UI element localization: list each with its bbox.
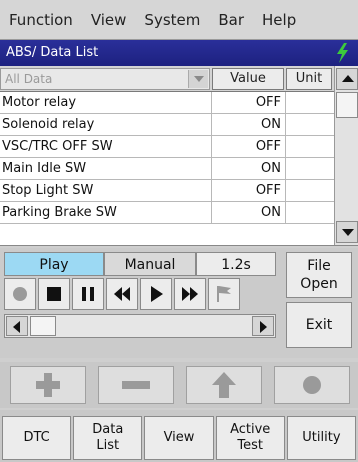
file-open-label: File Open [300, 258, 338, 292]
play-button[interactable] [140, 278, 172, 310]
scroll-right-arrow-icon[interactable] [252, 316, 274, 336]
row-value: OFF [212, 92, 286, 114]
nav-active-test-label: Active Test [230, 422, 271, 453]
row-unit [286, 180, 334, 202]
column-header-unit[interactable]: Unit [286, 68, 332, 90]
nav-active-test[interactable]: Active Test [215, 416, 285, 460]
table-row[interactable]: Parking Brake SW ON [0, 202, 334, 224]
menu-bar-item[interactable]: Bar [209, 0, 253, 40]
remove-button[interactable] [98, 366, 174, 404]
row-name: Main Idle SW [0, 158, 212, 180]
table-row[interactable]: Solenoid relay ON [0, 114, 334, 136]
timeline-thumb[interactable] [30, 316, 56, 336]
stop-button[interactable] [38, 278, 70, 310]
minus-icon [122, 381, 150, 389]
rewind-button[interactable] [106, 278, 138, 310]
row-value: ON [212, 202, 286, 224]
row-name: Motor relay [0, 92, 212, 114]
scroll-left-arrow-icon[interactable] [6, 316, 28, 336]
scrollbar-thumb[interactable] [336, 92, 358, 118]
playback-tabs: Play Manual 1.2s [4, 252, 276, 276]
dot-button[interactable] [274, 366, 350, 404]
row-value: ON [212, 114, 286, 136]
row-name: Stop Light SW [0, 180, 212, 202]
table-row[interactable]: Stop Light SW OFF [0, 180, 334, 202]
row-name: Parking Brake SW [0, 202, 212, 224]
row-name: VSC/TRC OFF SW [0, 136, 212, 158]
table-scrollbar[interactable] [334, 66, 358, 245]
app-window: Function View System Bar Help ABS/ Data … [0, 0, 358, 462]
table-row[interactable]: Motor relay OFF [0, 92, 334, 114]
fast-forward-button[interactable] [174, 278, 206, 310]
record-icon [13, 287, 27, 301]
menu-help[interactable]: Help [253, 0, 305, 40]
flag-icon [217, 286, 231, 302]
menu-system[interactable]: System [135, 0, 209, 40]
data-table: All Data Value Unit Motor relay OFF Sole… [0, 66, 358, 246]
filter-value: All Data [5, 72, 53, 86]
pause-button[interactable] [72, 278, 104, 310]
row-name: Solenoid relay [0, 114, 212, 136]
exit-button[interactable]: Exit [286, 302, 352, 348]
row-unit [286, 114, 334, 136]
playback-panel: Play Manual 1.2s File Open Exit [0, 248, 358, 358]
action-bar [0, 362, 358, 408]
chevron-down-icon[interactable] [188, 70, 208, 88]
row-unit [286, 136, 334, 158]
rewind-icon [114, 287, 130, 301]
row-unit [286, 202, 334, 224]
lightning-bolt-icon [337, 43, 348, 63]
record-button[interactable] [4, 278, 36, 310]
nav-view[interactable]: View [144, 416, 214, 460]
stop-icon [47, 287, 61, 301]
menu-bar: Function View System Bar Help [0, 0, 358, 40]
nav-dtc[interactable]: DTC [2, 416, 72, 460]
file-open-button[interactable]: File Open [286, 252, 352, 298]
nav-utility[interactable]: Utility [286, 416, 357, 460]
row-unit [286, 92, 334, 114]
flag-button[interactable] [208, 278, 240, 310]
timeline-scrollbar[interactable] [4, 314, 276, 338]
menu-view[interactable]: View [82, 0, 136, 40]
table-body: Motor relay OFF Solenoid relay ON VSC/TR… [0, 92, 334, 224]
row-value: ON [212, 158, 286, 180]
fast-forward-icon [182, 287, 198, 301]
add-button[interactable] [10, 366, 86, 404]
play-icon [151, 286, 163, 302]
nav-data-list[interactable]: Data List [73, 416, 143, 460]
plus-icon [36, 373, 60, 397]
menu-function[interactable]: Function [0, 0, 82, 40]
bottom-nav: DTC Data List View Active Test Utility [0, 410, 358, 462]
scroll-up-arrow-icon[interactable] [336, 68, 358, 90]
data-filter-select[interactable]: All Data [0, 68, 210, 90]
playback-speed[interactable]: 1.2s [196, 252, 276, 276]
tab-manual[interactable]: Manual [104, 252, 196, 276]
row-value: OFF [212, 180, 286, 202]
table-header: All Data Value Unit [0, 66, 334, 92]
nav-data-list-label: Data List [92, 422, 124, 453]
row-value: OFF [212, 136, 286, 158]
transport-controls [4, 278, 276, 310]
up-arrow-icon [212, 372, 236, 398]
table-row[interactable]: Main Idle SW ON [0, 158, 334, 180]
table-row[interactable]: VSC/TRC OFF SW OFF [0, 136, 334, 158]
move-up-button[interactable] [186, 366, 262, 404]
scroll-down-arrow-icon[interactable] [336, 221, 358, 243]
row-unit [286, 158, 334, 180]
dot-icon [303, 376, 321, 394]
title-bar: ABS/ Data List [0, 40, 358, 66]
page-title: ABS/ Data List [6, 45, 99, 60]
column-header-value[interactable]: Value [212, 68, 284, 90]
pause-icon [82, 287, 94, 301]
exit-label: Exit [305, 317, 333, 333]
tab-play[interactable]: Play [4, 252, 104, 276]
